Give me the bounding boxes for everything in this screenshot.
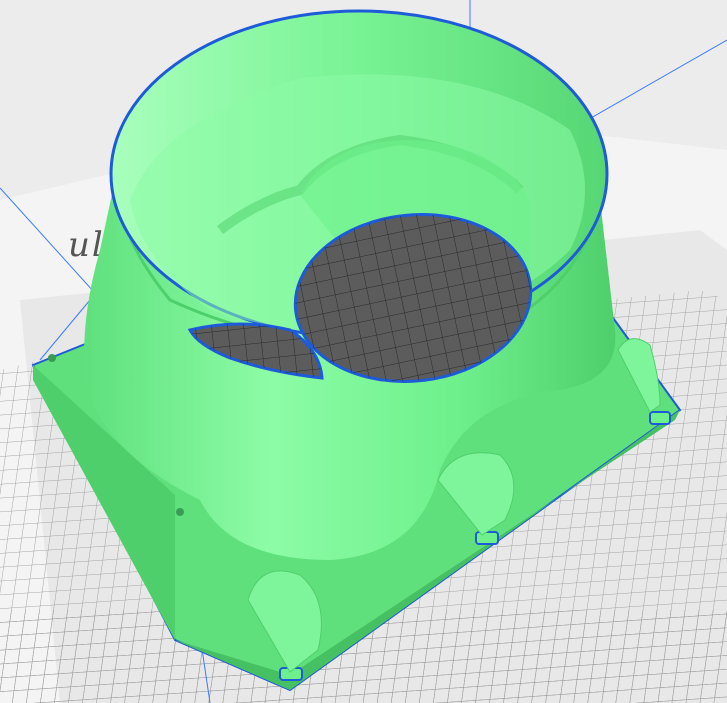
mounting-hole-icon: [176, 508, 184, 516]
mounting-tab-icon: [475, 531, 499, 545]
scene-canvas: ul: [0, 0, 727, 703]
mounting-hole-icon: [48, 354, 56, 362]
mounting-tab-icon: [649, 411, 671, 425]
3d-viewport[interactable]: ul: [0, 0, 727, 703]
